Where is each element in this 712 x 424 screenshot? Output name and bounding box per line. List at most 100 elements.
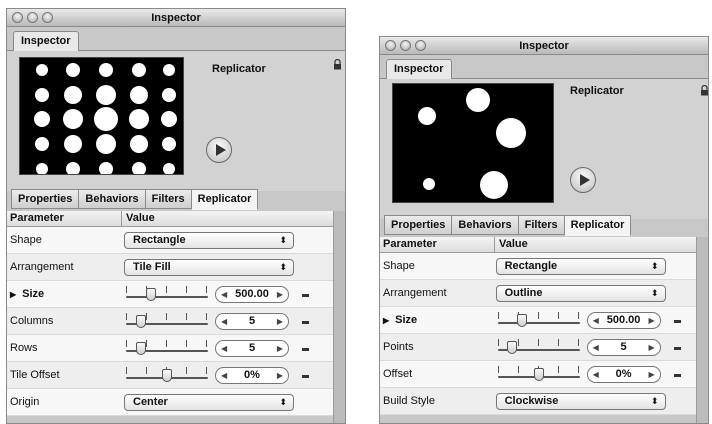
value-stepper[interactable]: ◀ 500.00 ▶ (215, 285, 289, 303)
tab-properties[interactable]: Properties (11, 189, 80, 209)
replicator-particle (66, 162, 80, 174)
column-header-parameter: Parameter (7, 211, 122, 226)
disclosure-triangle-icon[interactable]: ▶ (383, 316, 389, 325)
parameter-label: Shape (380, 260, 494, 272)
replicator-particle (64, 86, 82, 104)
decrement-arrow-icon[interactable]: ◀ (593, 340, 599, 355)
reset-icon[interactable] (302, 320, 309, 324)
table-row: Tile Offset ◀ 0% ▶ (7, 362, 333, 389)
top-tab-bar: Inspector (380, 55, 708, 80)
decrement-arrow-icon[interactable]: ◀ (221, 287, 227, 302)
reset-icon[interactable] (302, 374, 309, 378)
decrement-arrow-icon[interactable]: ◀ (593, 367, 599, 382)
value-stepper[interactable]: ◀ 0% ▶ (215, 366, 289, 384)
parameter-label: Origin (7, 396, 122, 408)
lock-icon[interactable] (333, 59, 342, 70)
slider-thumb[interactable] (135, 314, 146, 328)
slider-tick (497, 338, 499, 346)
value-popup[interactable]: Rectangle ⬍ (124, 231, 294, 249)
value-stepper[interactable]: ◀ 0% ▶ (586, 365, 661, 383)
value-slider[interactable] (126, 311, 208, 331)
decrement-arrow-icon[interactable]: ◀ (593, 313, 599, 328)
value-stepper[interactable]: ◀ 5 ▶ (215, 339, 289, 357)
increment-arrow-icon[interactable]: ▶ (648, 340, 654, 355)
increment-arrow-icon[interactable]: ▶ (277, 287, 283, 302)
tab-inspector[interactable]: Inspector (13, 31, 79, 52)
increment-arrow-icon[interactable]: ▶ (648, 313, 654, 328)
parameter-value: Clockwise ⬍ (494, 388, 696, 415)
replicator-particle (35, 137, 49, 151)
replicator-particle (418, 107, 436, 125)
slider-tick (146, 312, 147, 320)
value-stepper[interactable]: ◀ 5 ▶ (215, 312, 289, 330)
slider-tick (577, 365, 579, 373)
value-popup[interactable]: Tile Fill ⬍ (124, 258, 294, 276)
table-header: Parameter Value (380, 237, 696, 253)
slider-thumb[interactable] (507, 340, 518, 354)
parameter-label: Shape (7, 234, 122, 246)
value-slider[interactable] (497, 337, 580, 357)
replicator-particle (99, 162, 113, 174)
play-icon[interactable] (570, 167, 596, 193)
decrement-arrow-icon[interactable]: ◀ (221, 314, 227, 329)
reset-icon[interactable] (302, 293, 309, 297)
value-slider[interactable] (497, 310, 580, 330)
tab-filters[interactable]: Filters (144, 189, 192, 209)
vertical-scrollbar[interactable] (696, 237, 708, 423)
value-popup[interactable]: Outline ⬍ (495, 284, 666, 302)
value-slider[interactable] (126, 284, 208, 304)
slider-tick (557, 365, 559, 373)
tab-inspector[interactable]: Inspector (386, 59, 452, 80)
replicator-particle (163, 163, 175, 174)
slider-thumb[interactable] (517, 313, 528, 327)
table-row: Shape Rectangle ⬍ (7, 227, 333, 254)
parameter-label: ▶ Size (380, 314, 494, 326)
value-slider[interactable] (126, 338, 208, 358)
play-icon[interactable] (206, 137, 232, 163)
value-popup[interactable]: Clockwise ⬍ (495, 392, 666, 410)
replicator-particle (132, 63, 146, 77)
parameter-label: Points (380, 341, 494, 353)
value-popup[interactable]: Rectangle ⬍ (495, 257, 666, 275)
popup-value: Outline (504, 286, 543, 299)
slider-thumb[interactable] (135, 341, 146, 355)
replicator-particle (130, 135, 148, 153)
stepper-value: 5 (248, 341, 256, 354)
value-slider[interactable] (497, 364, 580, 384)
reset-icon[interactable] (673, 319, 681, 323)
stepper-value: 0% (244, 368, 260, 381)
tab-behaviors[interactable]: Behaviors (78, 189, 146, 209)
value-popup[interactable]: Center ⬍ (124, 393, 294, 411)
increment-arrow-icon[interactable]: ▶ (277, 368, 283, 383)
increment-arrow-icon[interactable]: ▶ (648, 367, 654, 382)
value-stepper[interactable]: ◀ 500.00 ▶ (586, 311, 661, 329)
increment-arrow-icon[interactable]: ▶ (277, 314, 283, 329)
tab-behaviors[interactable]: Behaviors (451, 215, 519, 235)
reset-icon[interactable] (673, 346, 681, 350)
popup-arrows-icon: ⬍ (651, 395, 659, 406)
parameter-label: Build Style (380, 395, 494, 407)
value-slider[interactable] (126, 365, 208, 385)
slider-thumb[interactable] (533, 367, 544, 381)
slider-thumb[interactable] (145, 287, 156, 301)
disclosure-triangle-icon[interactable]: ▶ (10, 290, 16, 299)
tab-filters[interactable]: Filters (517, 215, 565, 235)
tab-replicator[interactable]: Replicator (190, 189, 259, 210)
replicator-particle (64, 135, 82, 153)
value-stepper[interactable]: ◀ 5 ▶ (586, 338, 661, 356)
lock-icon[interactable] (700, 85, 709, 96)
window-title: Inspector (151, 12, 201, 24)
tab-replicator[interactable]: Replicator (563, 215, 632, 236)
parameter-label-text: Size (395, 314, 418, 326)
reset-icon[interactable] (673, 373, 681, 377)
parameter-label: Offset (380, 368, 494, 380)
reset-icon[interactable] (302, 347, 309, 351)
parameter-table: Parameter Value Shape Rectangle ⬍ Arrangeme… (7, 211, 333, 416)
decrement-arrow-icon[interactable]: ◀ (221, 341, 227, 356)
slider-thumb[interactable] (162, 368, 172, 382)
increment-arrow-icon[interactable]: ▶ (277, 341, 283, 356)
decrement-arrow-icon[interactable]: ◀ (221, 368, 227, 383)
slider-tick (557, 338, 559, 346)
vertical-scrollbar[interactable] (333, 211, 345, 423)
tab-properties[interactable]: Properties (384, 215, 453, 235)
